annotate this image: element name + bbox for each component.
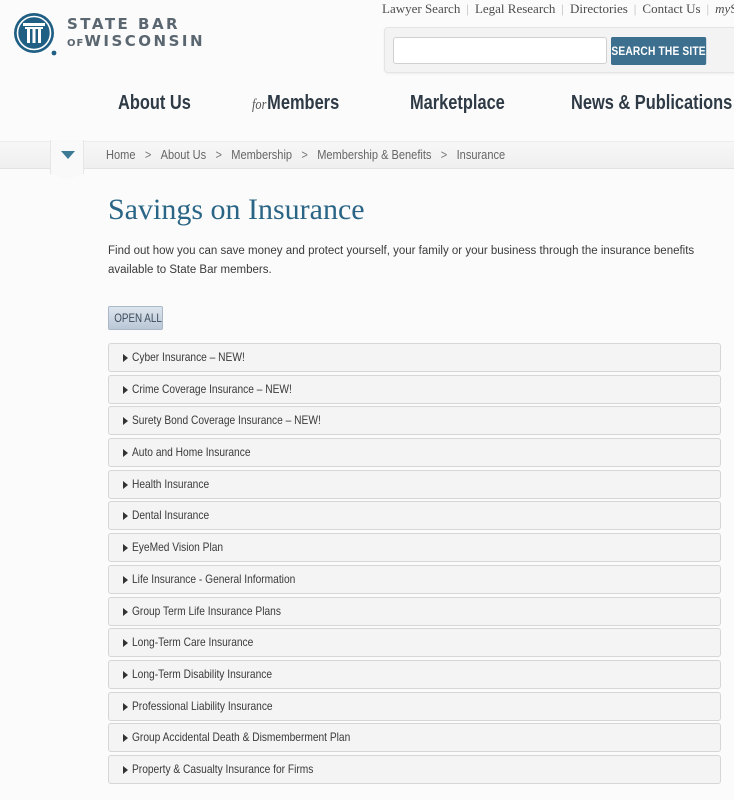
accordion-label: Surety Bond Coverage Insurance – NEW! (132, 413, 321, 428)
triangle-down-icon (61, 151, 75, 159)
breadcrumb-separator: > (144, 147, 152, 162)
nav-members-label: Members (267, 92, 340, 114)
accordion-item-auto-home[interactable]: Auto and Home Insurance (108, 438, 721, 468)
separator: | (633, 1, 637, 16)
nav-for-prefix: for (252, 97, 267, 113)
logo-line1: STATE BAR (67, 15, 181, 33)
accordion-item-accidental-death[interactable]: Group Accidental Death & Dismemberment P… (108, 723, 721, 753)
search-panel: SEARCH THE SITE (384, 27, 734, 73)
accordion-item-property-casualty[interactable]: Property & Casualty Insurance for Firms (108, 754, 721, 784)
caret-right-icon (123, 670, 128, 679)
accordion-label: Dental Insurance (132, 508, 210, 523)
breadcrumb-separator: > (301, 147, 308, 162)
caret-right-icon (123, 607, 128, 616)
breadcrumb-home[interactable]: Home (106, 147, 135, 162)
breadcrumb-current: Insurance (456, 147, 506, 162)
my-prefix: my (715, 1, 731, 16)
breadcrumb-separator: > (440, 147, 448, 162)
accordion-item-cyber[interactable]: Cyber Insurance – NEW! (108, 343, 721, 372)
separator: | (706, 1, 710, 16)
accordion-label: Group Accidental Death & Dismemberment P… (132, 730, 351, 745)
site-logo[interactable]: STATE BAR OFWISCONSIN (13, 12, 243, 58)
caret-right-icon (123, 480, 128, 489)
insurance-accordion: Cyber Insurance – NEW! Crime Coverage In… (108, 343, 721, 787)
my-rest: Sta (730, 1, 734, 16)
utility-link-lawyer-search[interactable]: Lawyer Search (382, 1, 460, 16)
breadcrumb-separator: > (215, 147, 222, 162)
open-all-button[interactable]: OPEN ALL (108, 306, 163, 330)
accordion-item-crime[interactable]: Crime Coverage Insurance – NEW! (108, 374, 721, 404)
accordion-label: Long-Term Care Insurance (132, 635, 254, 650)
breadcrumb-toggle[interactable] (50, 140, 84, 180)
accordion-label: Professional Liability Insurance (132, 698, 273, 713)
accordion-label: Crime Coverage Insurance – NEW! (132, 381, 292, 396)
search-button[interactable]: SEARCH THE SITE (611, 37, 707, 65)
accordion-label: Group Term Life Insurance Plans (132, 603, 281, 618)
logo-of: OF (67, 38, 85, 49)
accordion-label: Cyber Insurance – NEW! (132, 350, 245, 364)
nav-news-publications[interactable]: News & Publications (571, 92, 732, 115)
accordion-item-surety[interactable]: Surety Bond Coverage Insurance – NEW! (108, 406, 721, 436)
nav-for-members[interactable]: forMembers (252, 92, 339, 115)
caret-right-icon (123, 385, 128, 394)
nav-marketplace[interactable]: Marketplace (410, 92, 505, 115)
utility-link-directories[interactable]: Directories (570, 1, 628, 16)
accordion-label: Auto and Home Insurance (132, 445, 251, 460)
separator: | (561, 1, 565, 16)
accordion-item-dental[interactable]: Dental Insurance (108, 501, 721, 531)
accordion-item-long-term-care[interactable]: Long-Term Care Insurance (108, 628, 721, 658)
accordion-item-long-term-disability[interactable]: Long-Term Disability Insurance (108, 659, 721, 689)
logo-wordmark: STATE BAR OFWISCONSIN (67, 16, 205, 52)
search-input[interactable] (393, 37, 607, 64)
open-all-label: OPEN ALL (114, 311, 162, 325)
intro-text: Find out how you can save money and prot… (108, 245, 695, 276)
logo-line2: WISCONSIN (84, 32, 206, 50)
accordion-label: EyeMed Vision Plan (132, 540, 224, 555)
column-logo-icon (14, 13, 57, 56)
utility-link-contact-us[interactable]: Contact Us (642, 1, 700, 16)
caret-right-icon (123, 544, 128, 553)
accordion-item-life-general[interactable]: Life Insurance - General Information (108, 564, 721, 594)
accordion-item-professional-liability[interactable]: Professional Liability Insurance (108, 691, 721, 721)
breadcrumb: Home > About Us > Membership > Membership & Be… (106, 147, 505, 162)
utility-nav: Lawyer Search | Legal Research | Directories… (382, 1, 734, 17)
accordion-item-vision[interactable]: EyeMed Vision Plan (108, 533, 721, 563)
breadcrumb-membership[interactable]: Membership (231, 147, 292, 162)
caret-right-icon (123, 702, 128, 711)
accordion-label: Health Insurance (132, 476, 210, 491)
caret-right-icon (123, 449, 128, 458)
utility-link-mystatebar[interactable]: mySta (715, 1, 734, 16)
accordion-label: Property & Casualty Insurance for Firms (132, 761, 314, 776)
caret-right-icon (123, 765, 128, 774)
accordion-label: Long-Term Disability Insurance (132, 666, 273, 681)
nav-about-us[interactable]: About Us (118, 92, 191, 115)
caret-right-icon (123, 639, 128, 648)
separator: | (466, 1, 469, 16)
accordion-item-group-term-life[interactable]: Group Term Life Insurance Plans (108, 596, 721, 626)
page-title: Savings on Insurance (108, 193, 365, 226)
caret-right-icon (123, 734, 128, 743)
caret-right-icon (123, 354, 128, 362)
caret-right-icon (123, 575, 128, 584)
caret-right-icon (123, 417, 128, 426)
utility-link-legal-research[interactable]: Legal Research (475, 1, 555, 16)
main-nav: About Us forMembers Marketplace News & P… (0, 92, 734, 118)
accordion-item-health[interactable]: Health Insurance (108, 469, 721, 499)
caret-right-icon (123, 512, 128, 521)
breadcrumb-about-us[interactable]: About Us (161, 147, 206, 162)
breadcrumb-membership-benefits[interactable]: Membership & Benefits (317, 147, 431, 162)
accordion-label: Life Insurance - General Information (132, 571, 296, 586)
